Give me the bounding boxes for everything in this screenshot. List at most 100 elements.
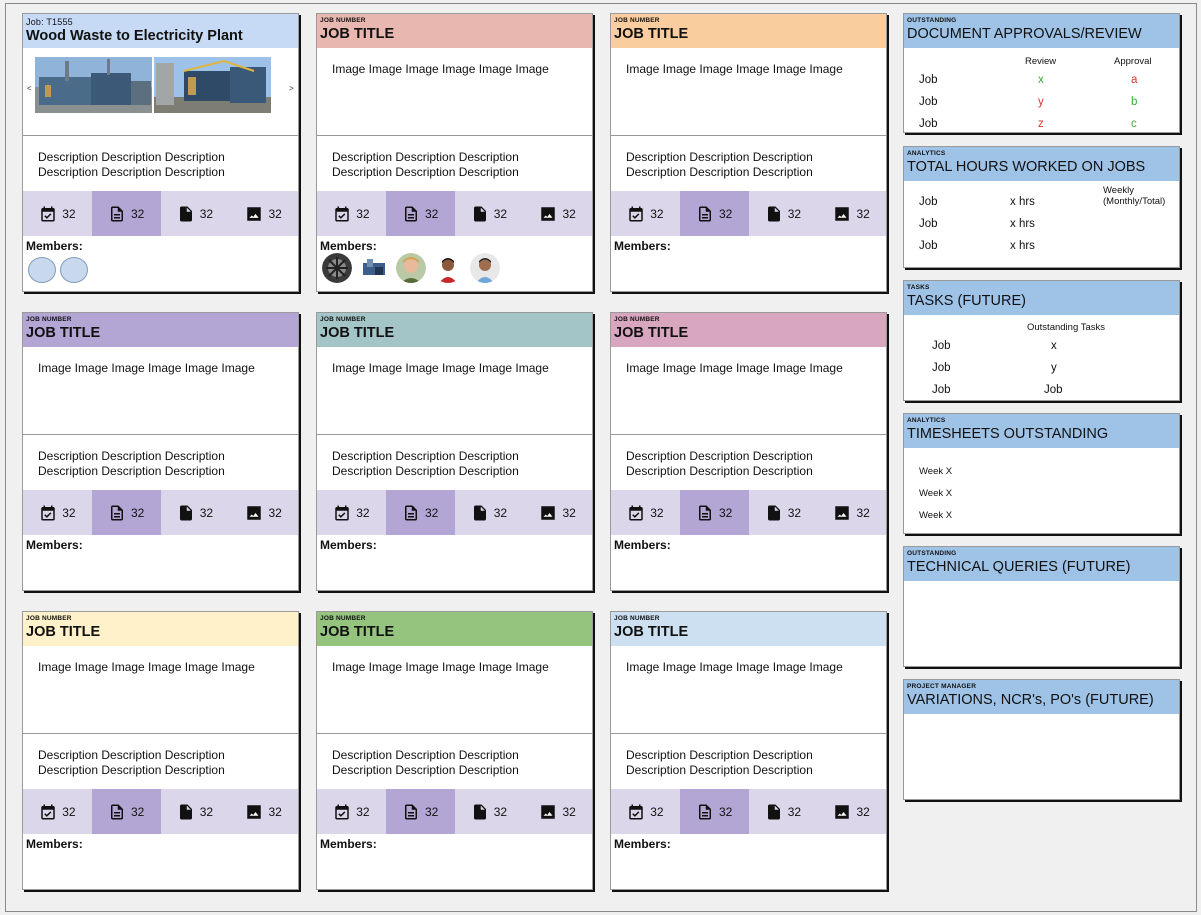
job-title[interactable]: Wood Waste to Electricity Plant (26, 27, 295, 45)
approval-value[interactable]: a (1131, 74, 1137, 86)
avatar-placeholder[interactable] (28, 257, 56, 283)
job-title[interactable]: JOB TITLE (320, 324, 589, 342)
job-card-9[interactable]: JOB NUMBER JOB TITLE Image Image Image I… (610, 611, 887, 890)
approval-value[interactable]: c (1131, 118, 1137, 130)
hours-row-job[interactable]: Job (919, 196, 938, 208)
job-title[interactable]: JOB TITLE (614, 324, 883, 342)
stat-tasks[interactable]: 32 (317, 490, 386, 535)
job-members: Members: (317, 535, 592, 555)
stat-transfers[interactable]: 32 (749, 490, 818, 535)
tasks-row-job[interactable]: Job (932, 340, 951, 352)
stat-images[interactable]: 32 (817, 490, 886, 535)
stat-transfers[interactable]: 32 (455, 490, 524, 535)
stat-documents[interactable]: 32 (91, 789, 161, 834)
avatar[interactable] (470, 253, 500, 283)
tasks-row-job[interactable]: Job (932, 362, 951, 374)
panel-title[interactable]: DOCUMENT APPROVALS/REVIEW (907, 25, 1176, 43)
stat-transfers[interactable]: 32 (161, 789, 230, 834)
timesheet-week[interactable]: Week X (919, 510, 952, 521)
stat-count: 32 (268, 804, 282, 819)
panel-subtitle: ANALYTICS (907, 417, 946, 424)
job-card-8[interactable]: JOB NUMBER JOB TITLE Image Image Image I… (316, 611, 593, 890)
job-title[interactable]: JOB TITLE (614, 623, 883, 641)
job-card-2[interactable]: JOB NUMBER JOB TITLE Image Image Image I… (316, 13, 593, 292)
stat-documents[interactable]: 32 (91, 490, 161, 535)
review-value[interactable]: z (1038, 118, 1044, 130)
stat-documents[interactable]: 32 (679, 191, 749, 236)
panel-header: PROJECT MANAGER VARIATIONS, NCR's, PO's … (904, 680, 1179, 714)
stat-images[interactable]: 32 (817, 191, 886, 236)
panel-title[interactable]: TECHNICAL QUERIES (FUTURE) (907, 558, 1176, 576)
plant-photo-2[interactable] (154, 57, 271, 113)
timesheet-week[interactable]: Week X (919, 466, 952, 477)
job-number: JOB NUMBER (614, 316, 660, 323)
stat-documents[interactable]: 32 (91, 191, 161, 236)
job-card-5[interactable]: JOB NUMBER JOB TITLE Image Image Image I… (316, 312, 593, 591)
panel-title[interactable]: TOTAL HOURS WORKED ON JOBS (907, 158, 1176, 176)
panel-title[interactable]: TASKS (FUTURE) (907, 292, 1176, 310)
job-title[interactable]: JOB TITLE (26, 324, 295, 342)
timesheet-week[interactable]: Week X (919, 488, 952, 499)
review-value[interactable]: y (1038, 96, 1044, 108)
stat-images[interactable]: 32 (229, 191, 298, 236)
stat-transfers[interactable]: 32 (749, 789, 818, 834)
stat-images[interactable]: 32 (229, 789, 298, 834)
stat-tasks[interactable]: 32 (611, 490, 680, 535)
job-card-6[interactable]: JOB NUMBER JOB TITLE Image Image Image I… (610, 312, 887, 591)
stat-images[interactable]: 32 (523, 490, 592, 535)
approval-row-job[interactable]: Job (919, 118, 938, 130)
hours-value: x hrs (1010, 240, 1035, 252)
stat-transfers[interactable]: 32 (749, 191, 818, 236)
approval-row-job[interactable]: Job (919, 74, 938, 86)
job-title[interactable]: JOB TITLE (320, 623, 589, 641)
hours-value: x hrs (1010, 196, 1035, 208)
approval-row-job[interactable]: Job (919, 96, 938, 108)
avatar-placeholder[interactable] (60, 257, 88, 283)
stat-images[interactable]: 32 (229, 490, 298, 535)
job-title[interactable]: JOB TITLE (320, 25, 589, 43)
job-title[interactable]: JOB TITLE (26, 623, 295, 641)
stat-tasks[interactable]: 32 (23, 789, 92, 834)
stat-documents[interactable]: 32 (679, 490, 749, 535)
stat-count: 32 (199, 206, 214, 221)
avatar[interactable] (433, 253, 463, 283)
stat-transfers[interactable]: 32 (455, 789, 524, 834)
stat-tasks[interactable]: 32 (317, 191, 386, 236)
file-transfer-icon (179, 206, 192, 221)
stat-documents[interactable]: 32 (679, 789, 749, 834)
panel-title[interactable]: VARIATIONS, NCR's, PO's (FUTURE) (907, 691, 1176, 709)
stat-images[interactable]: 32 (523, 191, 592, 236)
stat-tasks[interactable]: 32 (317, 789, 386, 834)
hours-period-label[interactable]: Weekly (1103, 185, 1134, 196)
approval-value[interactable]: b (1131, 96, 1137, 108)
stat-tasks[interactable]: 32 (611, 789, 680, 834)
avatar[interactable] (359, 253, 389, 283)
stat-documents[interactable]: 32 (385, 191, 455, 236)
job-title[interactable]: JOB TITLE (614, 25, 883, 43)
panel-title[interactable]: TIMESHEETS OUTSTANDING (907, 425, 1176, 443)
job-card-3[interactable]: JOB NUMBER JOB TITLE Image Image Image I… (610, 13, 887, 292)
plant-photo-1[interactable] (35, 57, 152, 113)
stat-tasks[interactable]: 32 (611, 191, 680, 236)
hours-row-job[interactable]: Job (919, 218, 938, 230)
carousel-prev-arrow[interactable]: < (27, 84, 32, 93)
stat-documents[interactable]: 32 (385, 789, 455, 834)
stat-tasks[interactable]: 32 (23, 490, 92, 535)
hours-row-job[interactable]: Job (919, 240, 938, 252)
carousel-next-arrow[interactable]: > (289, 84, 294, 93)
tasks-row-job[interactable]: Job (932, 384, 951, 396)
stat-images[interactable]: 32 (817, 789, 886, 834)
avatar[interactable] (322, 253, 352, 283)
review-value[interactable]: x (1038, 74, 1044, 86)
stat-documents[interactable]: 32 (385, 490, 455, 535)
stat-transfers[interactable]: 32 (161, 490, 230, 535)
job-card-4[interactable]: JOB NUMBER JOB TITLE Image Image Image I… (22, 312, 299, 591)
stat-tasks[interactable]: 32 (23, 191, 92, 236)
job-card-1[interactable]: Job: T1555 Wood Waste to Electricity Pla… (22, 13, 299, 292)
hours-period-sublabel[interactable]: (Monthly/Total) (1103, 196, 1165, 207)
stat-transfers[interactable]: 32 (455, 191, 524, 236)
job-card-7[interactable]: JOB NUMBER JOB TITLE Image Image Image I… (22, 611, 299, 890)
stat-images[interactable]: 32 (523, 789, 592, 834)
stat-transfers[interactable]: 32 (161, 191, 230, 236)
avatar[interactable] (396, 253, 426, 283)
